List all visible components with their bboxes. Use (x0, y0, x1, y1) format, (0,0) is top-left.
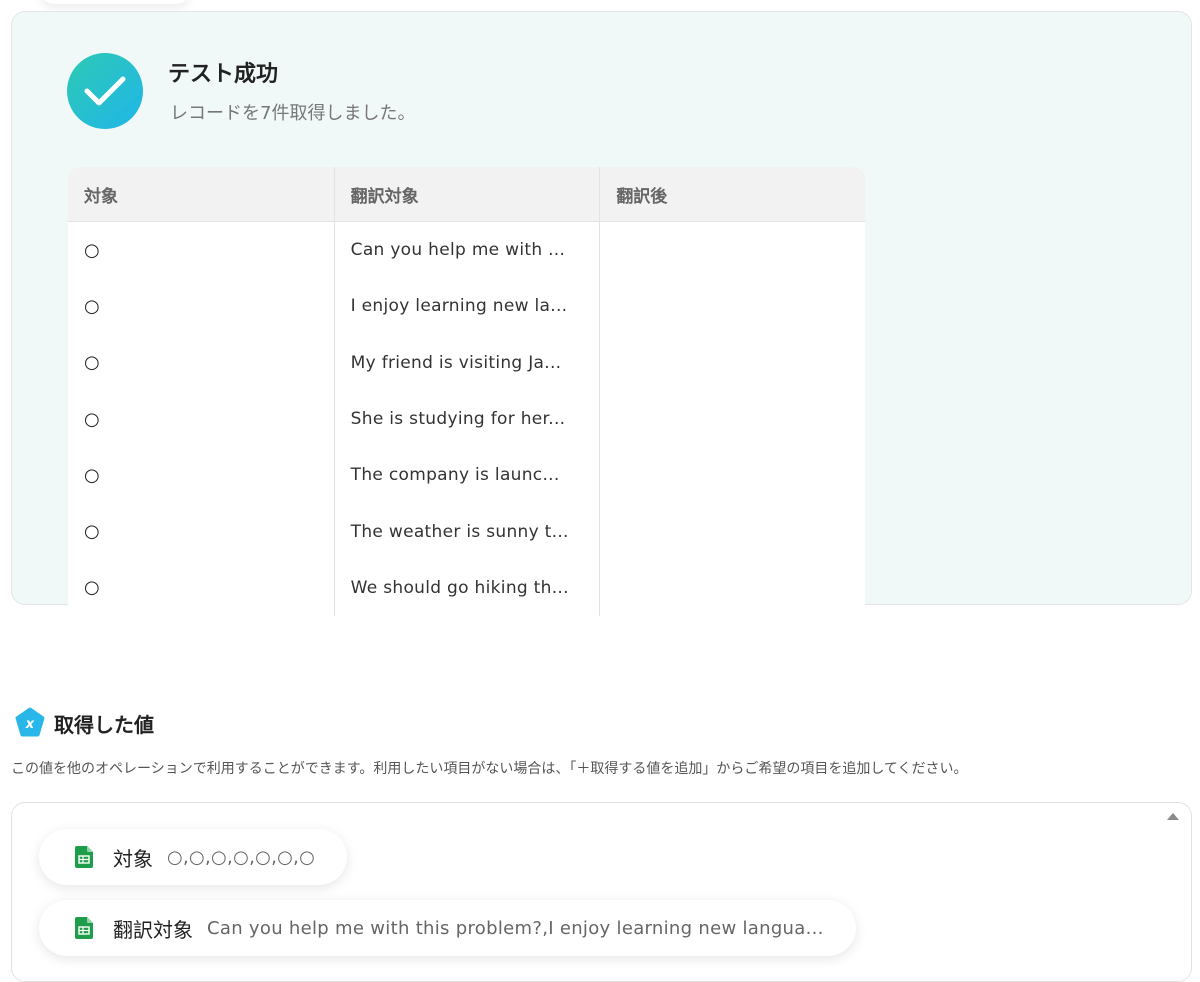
table-header: 対象 翻訳対象 翻訳後 (68, 167, 865, 222)
table-body: ○ Can you help me with ... ○ I enjoy lea… (68, 222, 865, 616)
value-chip[interactable]: 翻訳対象 Can you help me with this problem?,… (39, 900, 856, 956)
records-table: 対象 翻訳対象 翻訳後 ○ Can you help me with ... ○… (68, 167, 865, 616)
table-cell (599, 334, 865, 391)
success-title: テスト成功 (168, 62, 279, 87)
table-cell: ○ (84, 239, 101, 261)
table-row: ○ Can you help me with ... (68, 222, 865, 279)
chip-label: 翻訳対象 (113, 917, 193, 942)
table-cell: The weather is sunny t... (333, 503, 600, 560)
table-cell: We should go hiking th... (333, 559, 600, 616)
table-cell: My friend is visiting Ja... (333, 334, 600, 391)
success-subtitle: レコードを7件取得しました。 (170, 103, 416, 124)
table-cell (599, 222, 865, 279)
table-cell: ○ (84, 521, 101, 543)
chip-label: 対象 (113, 846, 153, 871)
table-row: ○ The company is launc... (68, 447, 865, 504)
check-icon (67, 53, 143, 129)
column-header: 翻訳後 (599, 167, 865, 221)
table-cell: ○ (84, 295, 101, 317)
table-cell (599, 503, 865, 560)
table-cell (599, 390, 865, 448)
values-heading: x 取得した値 (14, 707, 154, 739)
values-description: この値を他のオペレーションで利用することができます。利用したい項目がない場合は、… (11, 761, 968, 777)
scroll-up-icon[interactable] (1167, 813, 1179, 820)
table-cell: Can you help me with ... (333, 222, 600, 279)
table-row: ○ She is studying for her... (68, 390, 865, 448)
chip-value: Can you help me with this problem?,I enj… (207, 917, 824, 939)
table-row: ○ The weather is sunny t... (68, 503, 865, 560)
table-cell: She is studying for her... (333, 390, 600, 448)
value-chip[interactable]: 対象 ○,○,○,○,○,○,○ (39, 829, 348, 885)
chip-value: ○,○,○,○,○,○,○ (167, 846, 316, 868)
values-title: 取得した値 (54, 712, 154, 737)
table-cell: ○ (84, 408, 101, 430)
table-cell: The company is launc... (333, 447, 600, 504)
table-cell (599, 559, 865, 616)
variable-badge-icon: x (14, 707, 46, 739)
table-row: ○ My friend is visiting Ja... (68, 334, 865, 391)
spreadsheet-icon (75, 846, 93, 868)
column-header: 翻訳対象 (333, 167, 600, 221)
column-header: 対象 (84, 186, 118, 207)
table-row: ○ I enjoy learning new la... (68, 278, 865, 335)
table-cell: ○ (84, 352, 101, 374)
table-cell: ○ (84, 577, 101, 599)
previous-card-edge (40, 0, 190, 4)
table-cell (599, 447, 865, 504)
table-cell (599, 278, 865, 335)
table-cell: I enjoy learning new la... (333, 278, 600, 335)
spreadsheet-icon (75, 917, 93, 939)
table-cell: ○ (84, 464, 101, 486)
svg-text:x: x (25, 717, 35, 732)
table-row: ○ We should go hiking th... (68, 559, 865, 616)
